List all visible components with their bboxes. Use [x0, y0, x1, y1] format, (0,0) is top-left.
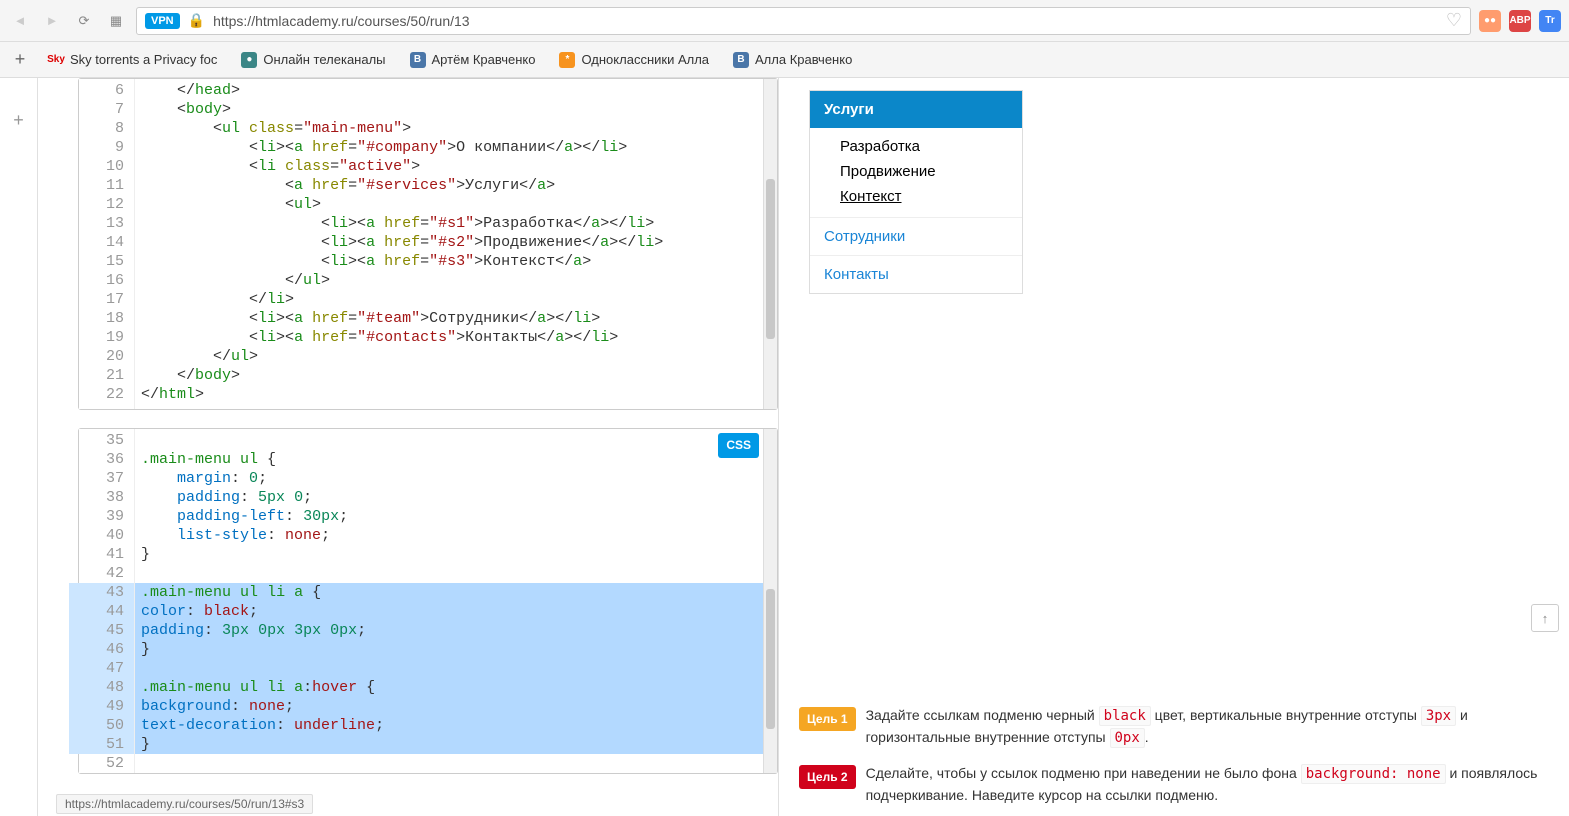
- status-bar: https://htmlacademy.ru/courses/50/run/13…: [56, 794, 313, 814]
- preview-menu: Услуги РазработкаПродвижениеКонтекст Сот…: [809, 90, 1023, 294]
- main-area: 678910111213141516171819202122 </head> <…: [38, 78, 1569, 816]
- bookmarks-bar: + Sky Sky torrents a Privacy foc ● Онлайн т…: [0, 42, 1569, 78]
- bookmark-label: Одноклассники Алла: [581, 52, 709, 67]
- html-scrollbar[interactable]: [763, 79, 777, 409]
- goal-badge: Цель 2: [799, 765, 856, 789]
- css-scrollbar[interactable]: [763, 429, 777, 773]
- bookmark-item[interactable]: Sky Sky torrents a Privacy foc: [48, 52, 217, 68]
- goal-badge: Цель 1: [799, 707, 856, 731]
- goal-row: Цель 2 Сделайте, чтобы у ссылок подменю п…: [799, 763, 1549, 806]
- css-code-body[interactable]: .main-menu ul { margin: 0; padding: 5px …: [135, 429, 777, 773]
- page-tab-gutter: +: [0, 78, 38, 816]
- extension-icon-translate[interactable]: Tr: [1539, 10, 1561, 32]
- html-code-body[interactable]: </head> <body> <ul class="main-menu"> <l…: [135, 79, 777, 409]
- menu-active-item[interactable]: Услуги: [810, 91, 1022, 128]
- vpn-badge: VPN: [145, 13, 180, 29]
- browser-toolbar: ◄ ► ⟳ ▦ VPN 🔒 https://htmlacademy.ru/cou…: [0, 0, 1569, 42]
- bookmark-label: Онлайн телеканалы: [263, 52, 385, 67]
- bookmark-item[interactable]: * Одноклассники Алла: [559, 52, 709, 68]
- bookmark-icon: *: [559, 52, 575, 68]
- nav-forward-button[interactable]: ►: [40, 9, 64, 33]
- scroll-top-button[interactable]: ↑: [1531, 604, 1559, 632]
- goal-code: background: none: [1301, 764, 1446, 784]
- menu-item[interactable]: Сотрудники: [810, 218, 1022, 256]
- bookmark-label: Алла Кравченко: [755, 52, 852, 67]
- goal-code: 0px: [1110, 728, 1145, 748]
- html-gutter: 678910111213141516171819202122: [79, 79, 135, 409]
- goals-panel: Цель 1 Задайте ссылкам подменю черный bla…: [799, 705, 1549, 806]
- bookmark-item[interactable]: ● Онлайн телеканалы: [241, 52, 385, 68]
- add-tab-button[interactable]: +: [8, 48, 32, 72]
- bookmark-icon: B: [410, 52, 426, 68]
- goal-code: black: [1099, 706, 1151, 726]
- lock-icon: 🔒: [188, 12, 205, 29]
- code-pane: 678910111213141516171819202122 </head> <…: [38, 78, 778, 816]
- bookmark-item[interactable]: B Алла Кравченко: [733, 52, 852, 68]
- url-text: https://htmlacademy.ru/courses/50/run/13: [213, 13, 1438, 29]
- goal-row: Цель 1 Задайте ссылкам подменю черный bla…: [799, 705, 1549, 749]
- submenu: РазработкаПродвижениеКонтекст: [810, 128, 1022, 218]
- bookmark-label: Артём Кравченко: [432, 52, 536, 67]
- submenu-item[interactable]: Разработка: [840, 134, 1022, 159]
- menu-item[interactable]: Контакты: [810, 256, 1022, 293]
- heart-icon[interactable]: ♡: [1446, 10, 1462, 31]
- nav-back-button[interactable]: ◄: [8, 9, 32, 33]
- bookmark-icon: ●: [241, 52, 257, 68]
- preview-pane: Услуги РазработкаПродвижениеКонтекст Сот…: [778, 78, 1569, 816]
- bookmark-label: Sky torrents a Privacy foc: [70, 52, 217, 67]
- css-badge: CSS: [718, 433, 759, 458]
- apps-grid-icon[interactable]: ▦: [104, 9, 128, 33]
- bookmark-icon: B: [733, 52, 749, 68]
- goal-code: 3px: [1421, 706, 1456, 726]
- css-gutter: 353637383940414243444546474849505152: [79, 429, 135, 773]
- html-editor[interactable]: 678910111213141516171819202122 </head> <…: [78, 78, 778, 410]
- goal-text: Задайте ссылкам подменю черный black цве…: [866, 705, 1549, 749]
- bookmark-item[interactable]: B Артём Кравченко: [410, 52, 536, 68]
- submenu-item[interactable]: Контекст: [840, 184, 1022, 209]
- nav-reload-button[interactable]: ⟳: [72, 9, 96, 33]
- submenu-item[interactable]: Продвижение: [840, 159, 1022, 184]
- url-bar[interactable]: VPN 🔒 https://htmlacademy.ru/courses/50/…: [136, 7, 1471, 35]
- bookmark-icon: Sky: [48, 52, 64, 68]
- css-editor[interactable]: CSS 353637383940414243444546474849505152…: [78, 428, 778, 774]
- extension-icon-ext1[interactable]: ●●: [1479, 10, 1501, 32]
- new-panel-button[interactable]: +: [7, 108, 31, 132]
- extension-icon-abp[interactable]: ABP: [1509, 10, 1531, 32]
- goal-text: Сделайте, чтобы у ссылок подменю при нав…: [866, 763, 1549, 806]
